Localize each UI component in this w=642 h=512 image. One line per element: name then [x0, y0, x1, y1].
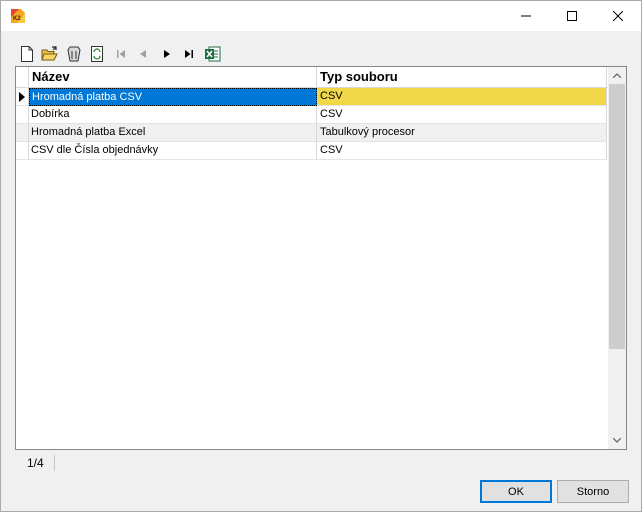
vertical-scrollbar[interactable] — [608, 67, 626, 449]
scroll-up-icon — [613, 73, 621, 78]
new-record-button[interactable] — [17, 44, 37, 64]
refresh-icon — [91, 46, 103, 62]
new-record-icon — [21, 46, 33, 62]
records-grid[interactable]: Název Typ souboru Hromadná platba CSV CS… — [15, 66, 627, 450]
current-row-arrow-icon — [19, 91, 25, 102]
column-header-file-type[interactable]: Typ souboru — [317, 67, 607, 87]
row-indicator — [16, 88, 29, 106]
refresh-button[interactable] — [87, 44, 107, 64]
row-indicator — [16, 106, 29, 124]
row-indicator — [16, 142, 29, 160]
open-folder-icon — [41, 46, 58, 61]
grid-header: Název Typ souboru — [16, 67, 608, 88]
open-button[interactable] — [40, 44, 60, 64]
cell-file-type[interactable]: CSV — [317, 106, 607, 124]
svg-text:K2: K2 — [13, 16, 21, 22]
row-indicator — [16, 124, 29, 142]
next-record-icon — [164, 50, 170, 58]
delete-icon — [67, 46, 81, 62]
excel-export-icon — [205, 46, 221, 62]
first-record-button[interactable] — [111, 44, 131, 64]
cell-file-type[interactable]: CSV — [317, 142, 607, 160]
column-header-name[interactable]: Název — [29, 67, 317, 87]
table-row[interactable]: Hromadná platba CSV CSV — [16, 88, 608, 106]
close-icon — [612, 11, 623, 21]
record-position: 1/4 — [27, 456, 44, 470]
cancel-button[interactable]: Storno — [557, 480, 629, 503]
ok-button[interactable]: OK — [480, 480, 552, 503]
status-divider — [54, 455, 55, 471]
table-row[interactable]: CSV dle Čísla objednávky CSV — [16, 142, 608, 160]
scroll-thumb[interactable] — [609, 84, 625, 349]
minimize-icon — [520, 15, 531, 17]
cell-file-type[interactable]: CSV — [317, 88, 607, 106]
first-record-icon — [117, 50, 125, 58]
minimize-button[interactable] — [503, 1, 548, 31]
last-record-icon — [185, 50, 193, 58]
cell-name[interactable]: Hromadná platba Excel — [29, 124, 317, 142]
maximize-icon — [566, 11, 577, 21]
cell-name[interactable]: Hromadná platba CSV — [29, 88, 317, 106]
table-row[interactable]: Dobírka CSV — [16, 106, 608, 124]
toolbar — [15, 43, 627, 65]
scroll-down-icon — [613, 438, 621, 443]
app-logo-icon: K2 — [10, 8, 26, 24]
title-bar[interactable]: K2 — [1, 1, 641, 31]
last-record-button[interactable] — [179, 44, 199, 64]
delete-button[interactable] — [64, 44, 84, 64]
cell-name[interactable]: CSV dle Čísla objednávky — [29, 142, 317, 160]
header-indicator-cell — [16, 67, 29, 87]
maximize-button[interactable] — [549, 1, 594, 31]
cell-file-type[interactable]: Tabulkový procesor — [317, 124, 607, 142]
table-row[interactable]: Hromadná platba Excel Tabulkový procesor — [16, 124, 608, 142]
cell-name[interactable]: Dobírka — [29, 106, 317, 124]
excel-export-button[interactable] — [203, 44, 223, 64]
previous-record-button[interactable] — [133, 44, 153, 64]
next-record-button[interactable] — [157, 44, 177, 64]
scroll-up-button[interactable] — [608, 67, 626, 84]
previous-record-icon — [140, 50, 146, 58]
close-button[interactable] — [595, 1, 640, 31]
scroll-down-button[interactable] — [608, 432, 626, 449]
status-bar: 1/4 — [15, 453, 627, 473]
